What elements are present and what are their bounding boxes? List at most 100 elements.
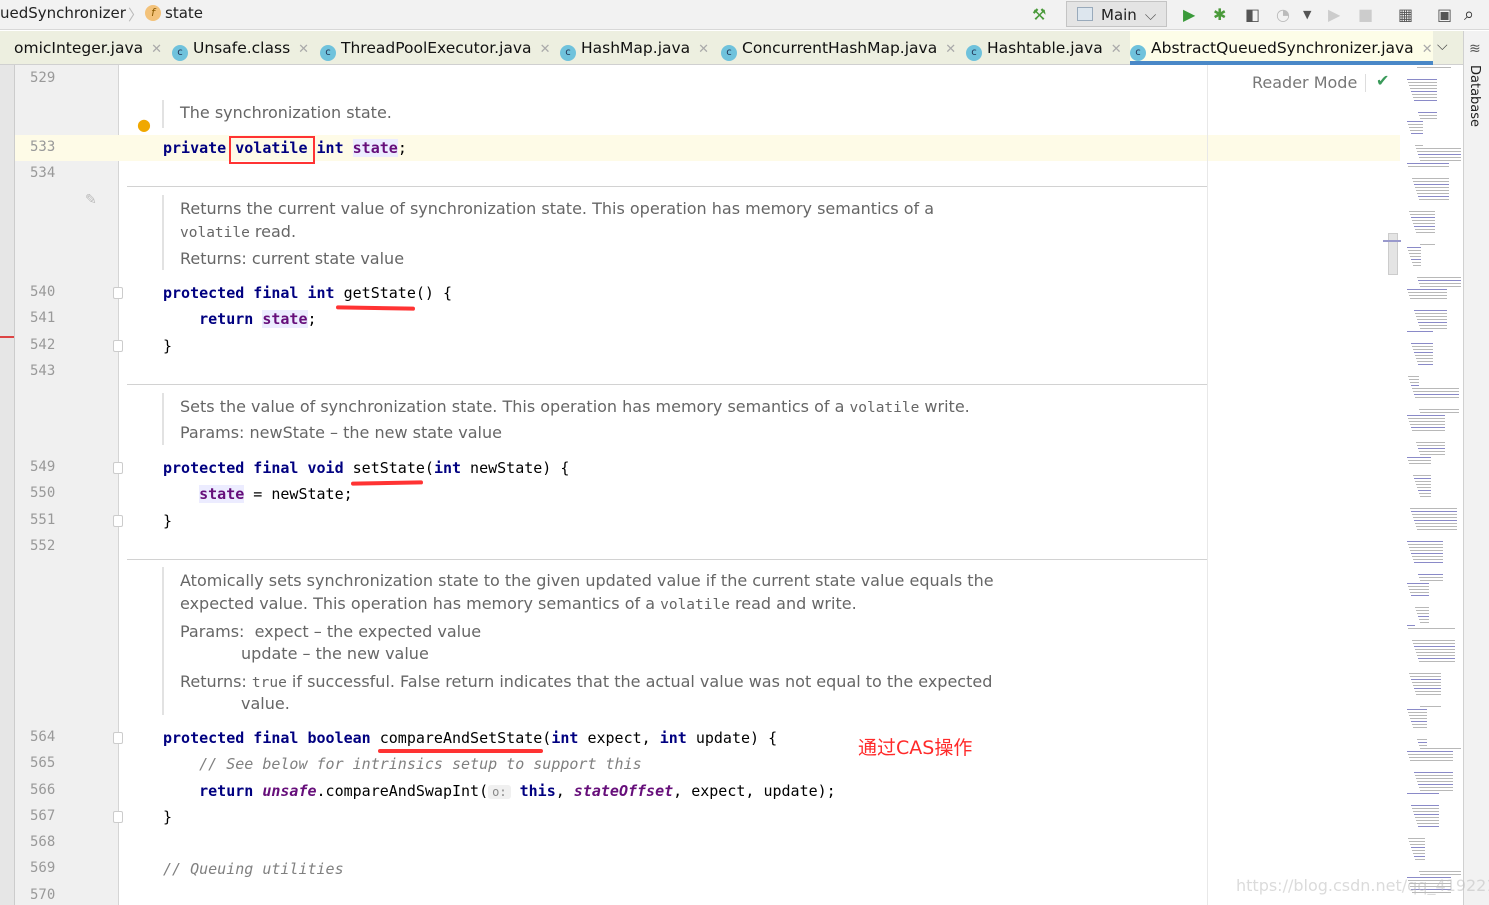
doc-text: Returns: — [180, 672, 252, 691]
close-icon[interactable]: ✕ — [1422, 42, 1433, 57]
scroll-marker — [1383, 240, 1401, 242]
code-token: // See below for intrinsics setup to sup… — [163, 755, 642, 773]
minimap-line — [1416, 820, 1439, 821]
coverage-icon[interactable]: ◧ — [1245, 6, 1260, 24]
minimap-line — [1409, 589, 1429, 590]
debug-bug-icon[interactable]: ✱ — [1213, 6, 1226, 24]
database-icon[interactable]: ≋ — [1469, 41, 1481, 57]
minimap-line — [1411, 847, 1425, 848]
minimap-line — [1410, 718, 1427, 719]
minimap-line — [1410, 382, 1419, 383]
close-icon[interactable]: ✕ — [151, 42, 162, 57]
minimap-line — [1418, 616, 1429, 617]
minimap-line — [1412, 178, 1449, 179]
doc-comment-line: expected value. This operation has memor… — [180, 593, 857, 616]
resume-icon[interactable]: ▶ — [1328, 6, 1340, 24]
doc-text: read and write. — [729, 594, 857, 613]
tab-3[interactable]: c HashMap.java ✕ — [560, 31, 715, 65]
code-token: = newState; — [244, 485, 353, 503]
inspection-ok-check-icon[interactable]: ✔ — [1376, 71, 1389, 90]
doc-separator — [127, 384, 1207, 385]
minimap-line — [1408, 586, 1429, 587]
doc-comment-line: Params: newState – the new state value — [180, 422, 502, 444]
terminal-window-icon[interactable]: ▣ — [1437, 6, 1452, 24]
minimap-line — [1414, 562, 1443, 563]
tab-5[interactable]: c Hashtable.java ✕ — [966, 31, 1124, 65]
tab-6[interactable]: c AbstractQueuedSynchronizer.java ✕ — [1130, 31, 1433, 65]
minimap-line — [1420, 454, 1445, 455]
close-icon[interactable]: ✕ — [540, 42, 551, 57]
minimap-line — [1414, 520, 1457, 521]
fold-marker-icon[interactable] — [113, 811, 123, 823]
fold-marker-icon[interactable] — [113, 732, 123, 744]
chevron-down-icon[interactable]: ⌵ — [1437, 38, 1448, 54]
project-structure-icon[interactable]: ▦ — [1398, 6, 1413, 24]
code-token: } — [163, 808, 173, 826]
minimap-line — [1415, 397, 1459, 398]
minimap-line — [1411, 595, 1429, 596]
stop-icon[interactable]: ■ — [1358, 6, 1373, 24]
minimap-line — [1417, 361, 1433, 362]
minimap-line — [1408, 754, 1453, 755]
minimap-line — [1413, 475, 1431, 476]
minimap-line — [1412, 94, 1437, 95]
minimap-line — [1413, 265, 1421, 266]
run-icon[interactable]: ▶ — [1183, 6, 1195, 24]
field-icon: f — [145, 5, 161, 21]
tab-0[interactable]: omicInteger.java ✕ — [14, 31, 166, 65]
tab-4[interactable]: c ConcurrentHashMap.java ✕ — [721, 31, 960, 65]
red-underline — [378, 749, 543, 753]
minimap-line — [1419, 115, 1437, 116]
close-icon[interactable]: ✕ — [1111, 42, 1122, 57]
chevron-down-icon[interactable]: ▼ — [1303, 6, 1311, 24]
fold-marker-icon[interactable] — [113, 340, 123, 352]
line-number: 567 — [30, 808, 56, 824]
breadcrumb-field[interactable]: state — [165, 4, 203, 22]
code-minimap[interactable] — [1405, 65, 1463, 905]
minimap-line — [1416, 190, 1449, 191]
minimap-line — [1407, 583, 1429, 584]
doc-text: true — [251, 675, 287, 691]
fold-marker-icon[interactable] — [113, 462, 123, 474]
minimap-line — [1415, 859, 1425, 860]
edit-pencil-icon[interactable]: ✎ — [85, 192, 97, 208]
breadcrumb-class[interactable]: uedSynchronizer — [0, 4, 126, 22]
profile-icon[interactable]: ◔ — [1276, 6, 1290, 24]
minimap-line — [1412, 640, 1455, 641]
minimap-line — [1414, 688, 1441, 689]
run-config-select[interactable]: Main ⌵ — [1066, 1, 1167, 27]
database-panel-tab[interactable]: Database — [1467, 65, 1482, 127]
close-icon[interactable]: ✕ — [698, 42, 709, 57]
search-icon[interactable]: ⌕ — [1464, 6, 1474, 24]
java-class-icon: c — [966, 45, 982, 61]
minimap-line — [1417, 487, 1431, 488]
minimap-line — [1411, 385, 1419, 386]
code-line: return state; — [163, 309, 317, 329]
annotation-text: 通过CAS操作 — [858, 737, 973, 759]
minimap-line — [1415, 481, 1431, 482]
code-token: compareAndSetState( — [370, 729, 552, 747]
close-icon[interactable]: ✕ — [298, 42, 309, 57]
code-token: } — [163, 512, 173, 530]
lightbulb-icon[interactable]: ● — [137, 115, 151, 134]
java-class-icon: c — [320, 45, 336, 61]
doc-bar — [162, 195, 164, 270]
minimap-line — [1415, 523, 1457, 524]
minimap-line — [1420, 118, 1437, 119]
build-hammer-icon[interactable]: ⚒ — [1032, 6, 1046, 24]
tab-2[interactable]: c ThreadPoolExecutor.java ✕ — [320, 31, 554, 65]
minimap-line — [1414, 646, 1455, 647]
doc-comment-line: Atomically sets synchronization state to… — [180, 570, 994, 592]
close-icon[interactable]: ✕ — [945, 42, 956, 57]
tab-1[interactable]: c Unsafe.class ✕ — [172, 31, 314, 65]
minimap-line — [1415, 775, 1453, 776]
fold-marker-icon[interactable] — [113, 515, 123, 527]
reader-mode-button[interactable]: Reader Mode — [1252, 73, 1357, 92]
tab-label: ConcurrentHashMap.java — [742, 39, 938, 57]
fold-marker-icon[interactable] — [113, 287, 123, 299]
minimap-line — [1415, 649, 1455, 650]
minimap-line — [1417, 445, 1445, 446]
